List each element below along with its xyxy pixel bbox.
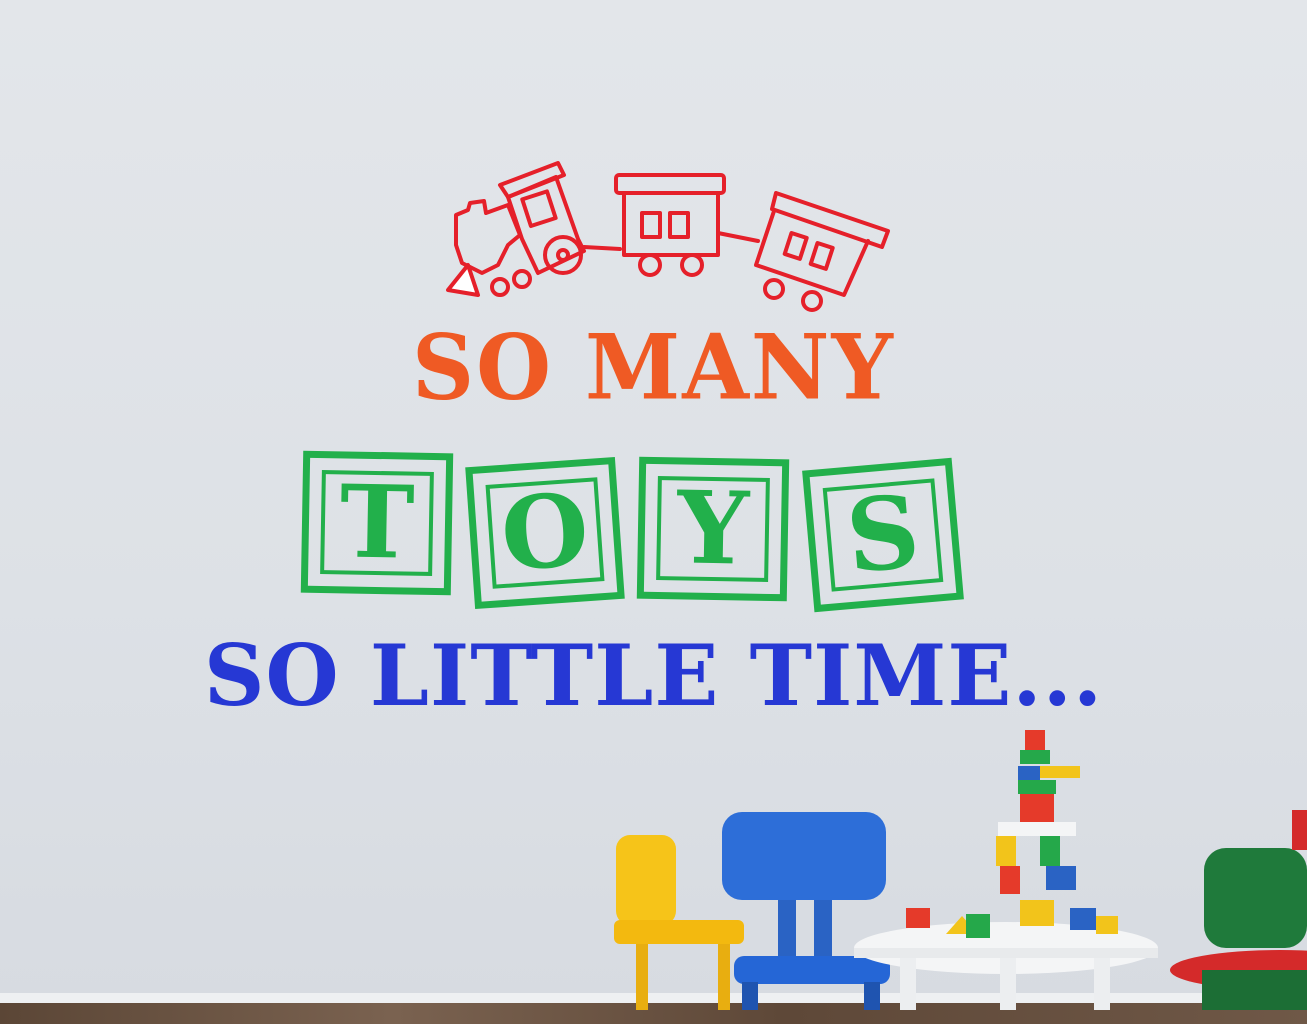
block-letter: O [497,470,593,594]
block-letter: Y [676,468,750,588]
white-table [854,922,1158,1010]
green-chair [1170,810,1307,1010]
block-letter: T [338,462,416,582]
toy-train-icon [446,161,890,312]
block-letter: S [841,472,925,596]
block-y: Y [636,456,790,602]
block-o: O [465,456,625,610]
toy-blocks-row: T O Y S [290,440,990,620]
blue-chair [722,812,890,1010]
toy-block-tower [906,730,1118,938]
block-s: S [802,457,964,613]
block-t: T [300,450,454,596]
kids-furniture-scene [614,730,1307,1010]
decal-line-so-little-time: SO LITTLE TIME... [203,626,1104,725]
decal-line-so-many: SO MANY [412,314,895,421]
